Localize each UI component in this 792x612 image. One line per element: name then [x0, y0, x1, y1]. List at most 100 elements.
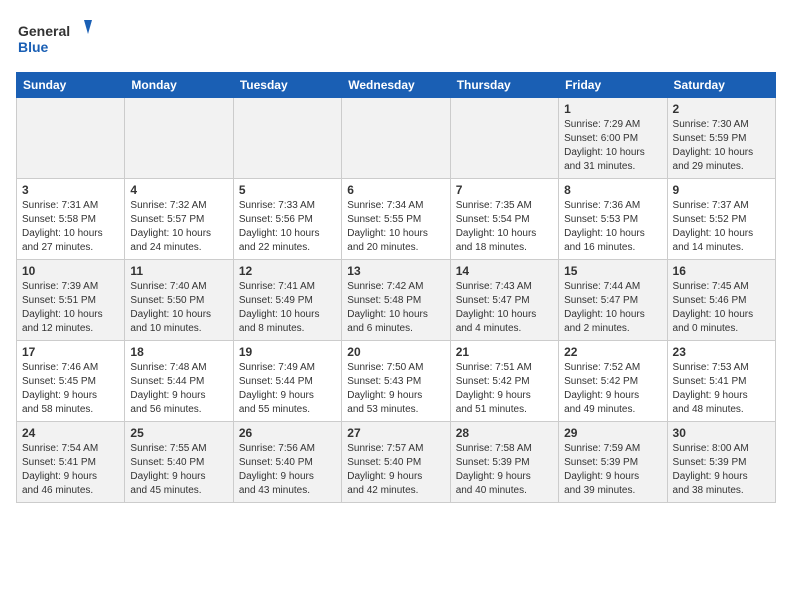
day-number: 17 — [22, 345, 119, 359]
day-number: 5 — [239, 183, 336, 197]
day-info: Sunrise: 7:52 AM Sunset: 5:42 PM Dayligh… — [564, 361, 661, 417]
page-header: General Blue — [16, 16, 776, 60]
calendar-cell: 2 Sunrise: 7:30 AM Sunset: 5:59 PM Daylig… — [667, 98, 775, 179]
day-info: Sunrise: 7:43 AM Sunset: 5:47 PM Dayligh… — [456, 280, 553, 336]
weekday-header-monday: Monday — [125, 73, 233, 98]
calendar-cell: 11Sunrise: 7:40 AM Sunset: 5:50 PM Dayli… — [125, 260, 233, 341]
calendar-cell: 12 Sunrise: 7:41 AM Sunset: 5:49 PM Dayli… — [233, 260, 341, 341]
calendar-cell: 10 Sunrise: 7:39 AM Sunset: 5:51 PM Dayli… — [17, 260, 125, 341]
day-info: Sunrise: 7:54 AM Sunset: 5:41 PM Dayligh… — [22, 442, 119, 498]
day-number: 9 — [673, 183, 770, 197]
day-number: 2 — [673, 102, 770, 116]
day-info: Sunrise: 7:51 AM Sunset: 5:42 PM Dayligh… — [456, 361, 553, 417]
calendar-cell: 29 Sunrise: 7:59 AM Sunset: 5:39 PM Dayli… — [559, 422, 667, 503]
logo-svg: General Blue — [16, 16, 96, 60]
calendar-cell: 20 Sunrise: 7:50 AM Sunset: 5:43 PM Dayli… — [342, 341, 450, 422]
day-number: 26 — [239, 426, 336, 440]
day-info: Sunrise: 7:36 AM Sunset: 5:53 PM Dayligh… — [564, 199, 661, 255]
weekday-header-friday: Friday — [559, 73, 667, 98]
calendar-cell: 17Sunrise: 7:46 AM Sunset: 5:45 PM Dayli… — [17, 341, 125, 422]
day-number: 8 — [564, 183, 661, 197]
day-number: 29 — [564, 426, 661, 440]
weekday-header-thursday: Thursday — [450, 73, 558, 98]
day-number: 1 — [564, 102, 661, 116]
day-info: Sunrise: 7:35 AM Sunset: 5:54 PM Dayligh… — [456, 199, 553, 255]
day-info: Sunrise: 7:53 AM Sunset: 5:41 PM Dayligh… — [673, 361, 770, 417]
day-info: Sunrise: 7:41 AM Sunset: 5:49 PM Dayligh… — [239, 280, 336, 336]
calendar-cell: 24 Sunrise: 7:54 AM Sunset: 5:41 PM Dayli… — [17, 422, 125, 503]
day-number: 15 — [564, 264, 661, 278]
svg-text:General: General — [18, 23, 70, 39]
day-number: 14 — [456, 264, 553, 278]
calendar-cell: 4 Sunrise: 7:32 AM Sunset: 5:57 PM Daylig… — [125, 179, 233, 260]
calendar-cell: 26 Sunrise: 7:56 AM Sunset: 5:40 PM Dayli… — [233, 422, 341, 503]
calendar-cell: 18 Sunrise: 7:48 AM Sunset: 5:44 PM Dayli… — [125, 341, 233, 422]
calendar-table: SundayMondayTuesdayWednesdayThursdayFrid… — [16, 72, 776, 503]
calendar-cell: 9 Sunrise: 7:37 AM Sunset: 5:52 PM Daylig… — [667, 179, 775, 260]
calendar-cell: 13Sunrise: 7:42 AM Sunset: 5:48 PM Dayli… — [342, 260, 450, 341]
calendar-week-2: 3Sunrise: 7:31 AM Sunset: 5:58 PM Daylig… — [17, 179, 776, 260]
day-number: 22 — [564, 345, 661, 359]
calendar-cell: 19 Sunrise: 7:49 AM Sunset: 5:44 PM Dayli… — [233, 341, 341, 422]
day-info: Sunrise: 7:37 AM Sunset: 5:52 PM Dayligh… — [673, 199, 770, 255]
day-info: Sunrise: 7:48 AM Sunset: 5:44 PM Dayligh… — [130, 361, 227, 417]
day-info: Sunrise: 7:59 AM Sunset: 5:39 PM Dayligh… — [564, 442, 661, 498]
calendar-cell: 15Sunrise: 7:44 AM Sunset: 5:47 PM Dayli… — [559, 260, 667, 341]
day-info: Sunrise: 7:33 AM Sunset: 5:56 PM Dayligh… — [239, 199, 336, 255]
day-number: 18 — [130, 345, 227, 359]
day-info: Sunrise: 7:30 AM Sunset: 5:59 PM Dayligh… — [673, 118, 770, 174]
calendar-cell: 7 Sunrise: 7:35 AM Sunset: 5:54 PM Daylig… — [450, 179, 558, 260]
day-number: 4 — [130, 183, 227, 197]
day-info: Sunrise: 8:00 AM Sunset: 5:39 PM Dayligh… — [673, 442, 770, 498]
calendar-cell: 23 Sunrise: 7:53 AM Sunset: 5:41 PM Dayli… — [667, 341, 775, 422]
calendar-cell — [450, 98, 558, 179]
calendar-cell — [17, 98, 125, 179]
calendar-cell: 6 Sunrise: 7:34 AM Sunset: 5:55 PM Daylig… — [342, 179, 450, 260]
svg-text:Blue: Blue — [18, 39, 49, 55]
calendar-week-3: 10 Sunrise: 7:39 AM Sunset: 5:51 PM Dayli… — [17, 260, 776, 341]
day-number: 6 — [347, 183, 444, 197]
day-number: 12 — [239, 264, 336, 278]
day-info: Sunrise: 7:56 AM Sunset: 5:40 PM Dayligh… — [239, 442, 336, 498]
calendar-cell: 25Sunrise: 7:55 AM Sunset: 5:40 PM Dayli… — [125, 422, 233, 503]
day-number: 23 — [673, 345, 770, 359]
calendar-cell: 14 Sunrise: 7:43 AM Sunset: 5:47 PM Dayli… — [450, 260, 558, 341]
day-info: Sunrise: 7:29 AM Sunset: 6:00 PM Dayligh… — [564, 118, 661, 174]
day-number: 20 — [347, 345, 444, 359]
calendar-week-4: 17Sunrise: 7:46 AM Sunset: 5:45 PM Dayli… — [17, 341, 776, 422]
day-info: Sunrise: 7:34 AM Sunset: 5:55 PM Dayligh… — [347, 199, 444, 255]
day-number: 25 — [130, 426, 227, 440]
day-number: 24 — [22, 426, 119, 440]
calendar-header-row: SundayMondayTuesdayWednesdayThursdayFrid… — [17, 73, 776, 98]
calendar-cell: 21 Sunrise: 7:51 AM Sunset: 5:42 PM Dayli… — [450, 341, 558, 422]
day-info: Sunrise: 7:49 AM Sunset: 5:44 PM Dayligh… — [239, 361, 336, 417]
calendar-cell: 8 Sunrise: 7:36 AM Sunset: 5:53 PM Daylig… — [559, 179, 667, 260]
day-number: 19 — [239, 345, 336, 359]
day-info: Sunrise: 7:45 AM Sunset: 5:46 PM Dayligh… — [673, 280, 770, 336]
day-number: 11 — [130, 264, 227, 278]
day-number: 28 — [456, 426, 553, 440]
weekday-header-saturday: Saturday — [667, 73, 775, 98]
day-info: Sunrise: 7:42 AM Sunset: 5:48 PM Dayligh… — [347, 280, 444, 336]
day-number: 10 — [22, 264, 119, 278]
calendar-cell: 27Sunrise: 7:57 AM Sunset: 5:40 PM Dayli… — [342, 422, 450, 503]
weekday-header-tuesday: Tuesday — [233, 73, 341, 98]
day-number: 21 — [456, 345, 553, 359]
calendar-cell: 28 Sunrise: 7:58 AM Sunset: 5:39 PM Dayli… — [450, 422, 558, 503]
day-number: 27 — [347, 426, 444, 440]
calendar-cell: 5 Sunrise: 7:33 AM Sunset: 5:56 PM Daylig… — [233, 179, 341, 260]
calendar-week-5: 24 Sunrise: 7:54 AM Sunset: 5:41 PM Dayli… — [17, 422, 776, 503]
calendar-cell — [342, 98, 450, 179]
weekday-header-sunday: Sunday — [17, 73, 125, 98]
day-info: Sunrise: 7:50 AM Sunset: 5:43 PM Dayligh… — [347, 361, 444, 417]
day-info: Sunrise: 7:32 AM Sunset: 5:57 PM Dayligh… — [130, 199, 227, 255]
calendar-cell — [125, 98, 233, 179]
calendar-cell: 1 Sunrise: 7:29 AM Sunset: 6:00 PM Daylig… — [559, 98, 667, 179]
day-info: Sunrise: 7:58 AM Sunset: 5:39 PM Dayligh… — [456, 442, 553, 498]
calendar-cell: 3Sunrise: 7:31 AM Sunset: 5:58 PM Daylig… — [17, 179, 125, 260]
day-number: 7 — [456, 183, 553, 197]
logo: General Blue — [16, 16, 96, 60]
day-info: Sunrise: 7:39 AM Sunset: 5:51 PM Dayligh… — [22, 280, 119, 336]
calendar-cell: 22 Sunrise: 7:52 AM Sunset: 5:42 PM Dayli… — [559, 341, 667, 422]
calendar-cell — [233, 98, 341, 179]
